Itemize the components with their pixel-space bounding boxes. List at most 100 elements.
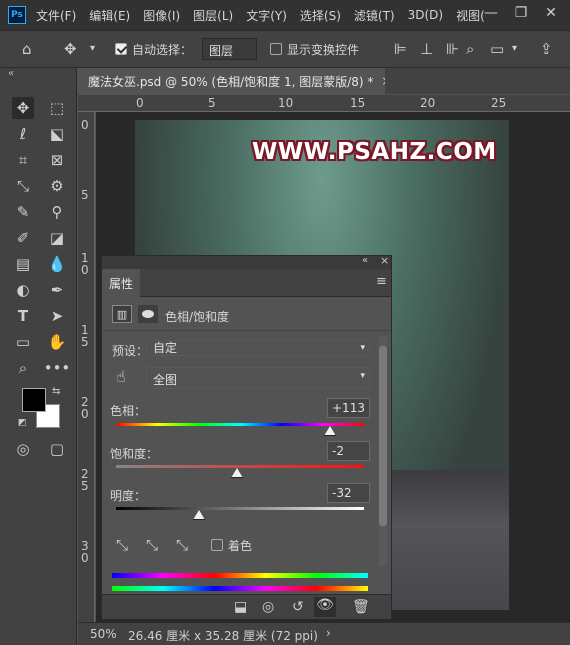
rectangle-tool-icon[interactable]: ▭ — [12, 331, 34, 353]
document-tab-bar: 魔法女巫.psd @ 50% (色相/饱和度 1, 图层蒙版/8) * × — [78, 68, 570, 94]
menu-edit[interactable]: 编辑(E) — [89, 7, 130, 24]
photoshop-logo: Ps — [8, 6, 26, 24]
move-tool-icon[interactable]: ✥ — [12, 97, 34, 119]
ruler-label: 15 — [350, 96, 366, 110]
status-menu-arrow[interactable]: › — [326, 626, 331, 640]
menu-type[interactable]: 文字(Y) — [246, 7, 287, 24]
lightness-input[interactable]: -32 — [327, 483, 370, 503]
align-left-icon[interactable]: ⊫ — [394, 40, 407, 58]
close-tab-icon[interactable]: × — [381, 74, 385, 88]
dodge-tool-icon[interactable]: ◐ — [12, 279, 34, 301]
hue-input[interactable]: +113 — [327, 398, 370, 418]
auto-select-checkbox[interactable] — [115, 43, 127, 55]
menu-select[interactable]: 选择(S) — [300, 7, 341, 24]
workspace-chevron-icon[interactable]: ▾ — [512, 43, 517, 54]
history-brush-tool-icon[interactable]: ✐ — [12, 227, 34, 249]
menu-filter[interactable]: 滤镜(T) — [354, 7, 395, 24]
panel-scrollbar[interactable] — [379, 336, 387, 566]
gradient-tool-icon[interactable]: ▤ — [12, 253, 34, 275]
close-button[interactable]: ✕ — [538, 0, 564, 26]
zoom-level[interactable]: 50% — [90, 627, 117, 641]
default-colors-icon[interactable]: ◩ — [18, 418, 27, 428]
path-select-tool-icon[interactable]: ➤ — [46, 305, 68, 327]
menu-image[interactable]: 图像(I) — [143, 7, 180, 24]
subtract-from-sample-eyedropper-icon[interactable]: ⤡ — [176, 536, 188, 554]
zoom-tool-icon[interactable]: ⌕ — [12, 357, 34, 379]
add-to-sample-eyedropper-icon[interactable]: ⤡ — [146, 536, 158, 554]
saturation-label: 饱和度： — [110, 447, 159, 461]
panel-menu-icon[interactable]: ≡ — [376, 274, 387, 289]
scrollbar-thumb[interactable] — [379, 346, 387, 526]
chevron-down-icon[interactable]: ▾ — [90, 43, 95, 54]
divider — [102, 330, 391, 331]
hand-tool-icon[interactable]: ✋ — [46, 331, 68, 353]
marquee-tool-icon[interactable]: ⬚ — [46, 97, 68, 119]
minimize-button[interactable]: — — [478, 0, 504, 26]
show-transform-checkbox[interactable] — [270, 43, 282, 55]
share-icon[interactable]: ⇪ — [540, 40, 553, 58]
lightness-label: 明度： — [110, 489, 147, 503]
workspace-icon[interactable]: ▭ — [490, 40, 504, 58]
clip-to-layer-icon[interactable]: ⬓ — [234, 599, 247, 615]
frame-tool-icon[interactable]: ⊠ — [46, 149, 68, 171]
reset-icon[interactable]: ↺ — [292, 599, 304, 615]
home-icon[interactable]: ⌂ — [22, 40, 32, 58]
restore-button[interactable]: ❐ — [508, 0, 534, 26]
lightness-slider-track[interactable] — [116, 507, 364, 510]
adjustment-icon[interactable]: ▥ — [112, 305, 132, 323]
blur-tool-icon[interactable]: 💧 — [46, 253, 68, 275]
menu-layer[interactable]: 图层(L) — [193, 7, 233, 24]
status-bar: 50% 26.46 厘米 x 35.28 厘米 (72 ppi) › — [78, 622, 570, 645]
menu-bar: Ps 文件(F) 编辑(E) 图像(I) 图层(L) 文字(Y) 选择(S) 滤… — [0, 0, 570, 30]
document-tab[interactable]: 魔法女巫.psd @ 50% (色相/饱和度 1, 图层蒙版/8) * × — [78, 68, 385, 94]
eyedropper-tool-icon[interactable]: ⤡ — [12, 175, 34, 197]
delete-icon[interactable]: 🗑 — [352, 599, 370, 615]
targeted-adjustment-hand-icon[interactable]: ☝ — [116, 367, 126, 386]
swap-colors-icon[interactable]: ⇆ — [52, 386, 60, 397]
menu-file[interactable]: 文件(F) — [36, 7, 76, 24]
close-panel-icon[interactable]: × — [380, 254, 389, 267]
align-right-icon[interactable]: ⊪ — [446, 40, 459, 58]
align-center-icon[interactable]: ⊥ — [420, 40, 433, 58]
adjustment-title: 色相/饱和度 — [165, 310, 230, 324]
brush-tool-icon[interactable]: ✎ — [12, 201, 34, 223]
lasso-tool-icon[interactable]: ℓ — [12, 123, 34, 145]
ruler-label: 25 — [81, 467, 89, 493]
view-previous-state-icon[interactable]: ◎ — [262, 599, 274, 615]
colorize-checkbox[interactable] — [211, 539, 223, 551]
move-tool-icon[interactable]: ✥ — [64, 40, 77, 58]
output-color-bar — [112, 586, 368, 591]
range-dropdown[interactable]: 全图 ▾ — [146, 367, 370, 389]
more-tools-icon[interactable]: ••• — [44, 357, 71, 379]
quick-mask-icon[interactable]: ◎ — [12, 438, 34, 460]
hue-slider-thumb[interactable] — [324, 426, 336, 436]
preset-dropdown[interactable]: 自定 ▾ — [146, 340, 370, 356]
ruler-label: 10 — [278, 96, 294, 110]
collapse-panel-icon[interactable]: « — [362, 255, 368, 266]
toggle-visibility-icon[interactable]: 👁 — [314, 597, 336, 617]
chevron-down-icon: ▾ — [360, 371, 365, 381]
type-tool-icon[interactable]: T — [12, 305, 34, 327]
hue-label: 色相： — [110, 404, 147, 418]
menu-3d[interactable]: 3D(D) — [408, 8, 443, 22]
eyedropper-icon[interactable]: ⤡ — [116, 536, 128, 554]
panel-collapse-icon[interactable]: « — [8, 68, 14, 79]
saturation-input[interactable]: -2 — [327, 441, 370, 461]
mask-icon[interactable] — [138, 305, 158, 323]
ruler-label: 30 — [81, 539, 89, 565]
tools-panel: « ✥ ⬚ ℓ ⬕ ⌗ ⊠ ⤡ ⚙ ✎ ⚲ ✐ ◪ ▤ 💧 ◐ ✒ T ➤ ▭ … — [0, 68, 77, 645]
crop-tool-icon[interactable]: ⌗ — [12, 149, 34, 171]
screen-mode-icon[interactable]: ▢ — [46, 438, 68, 460]
auto-select-target-dropdown[interactable]: 图层 — [202, 38, 257, 60]
stamp-tool-icon[interactable]: ⚲ — [46, 201, 68, 223]
ruler-label: 5 — [81, 188, 89, 202]
saturation-slider-thumb[interactable] — [231, 468, 243, 478]
lightness-slider-thumb[interactable] — [193, 510, 205, 520]
patch-tool-icon[interactable]: ⚙ — [46, 175, 68, 197]
pen-tool-icon[interactable]: ✒ — [46, 279, 68, 301]
search-icon[interactable]: ⌕ — [466, 40, 474, 58]
tab-properties[interactable]: 属性 — [102, 269, 140, 297]
eraser-tool-icon[interactable]: ◪ — [46, 227, 68, 249]
ruler-label: 25 — [491, 96, 507, 110]
quick-select-tool-icon[interactable]: ⬕ — [46, 123, 68, 145]
